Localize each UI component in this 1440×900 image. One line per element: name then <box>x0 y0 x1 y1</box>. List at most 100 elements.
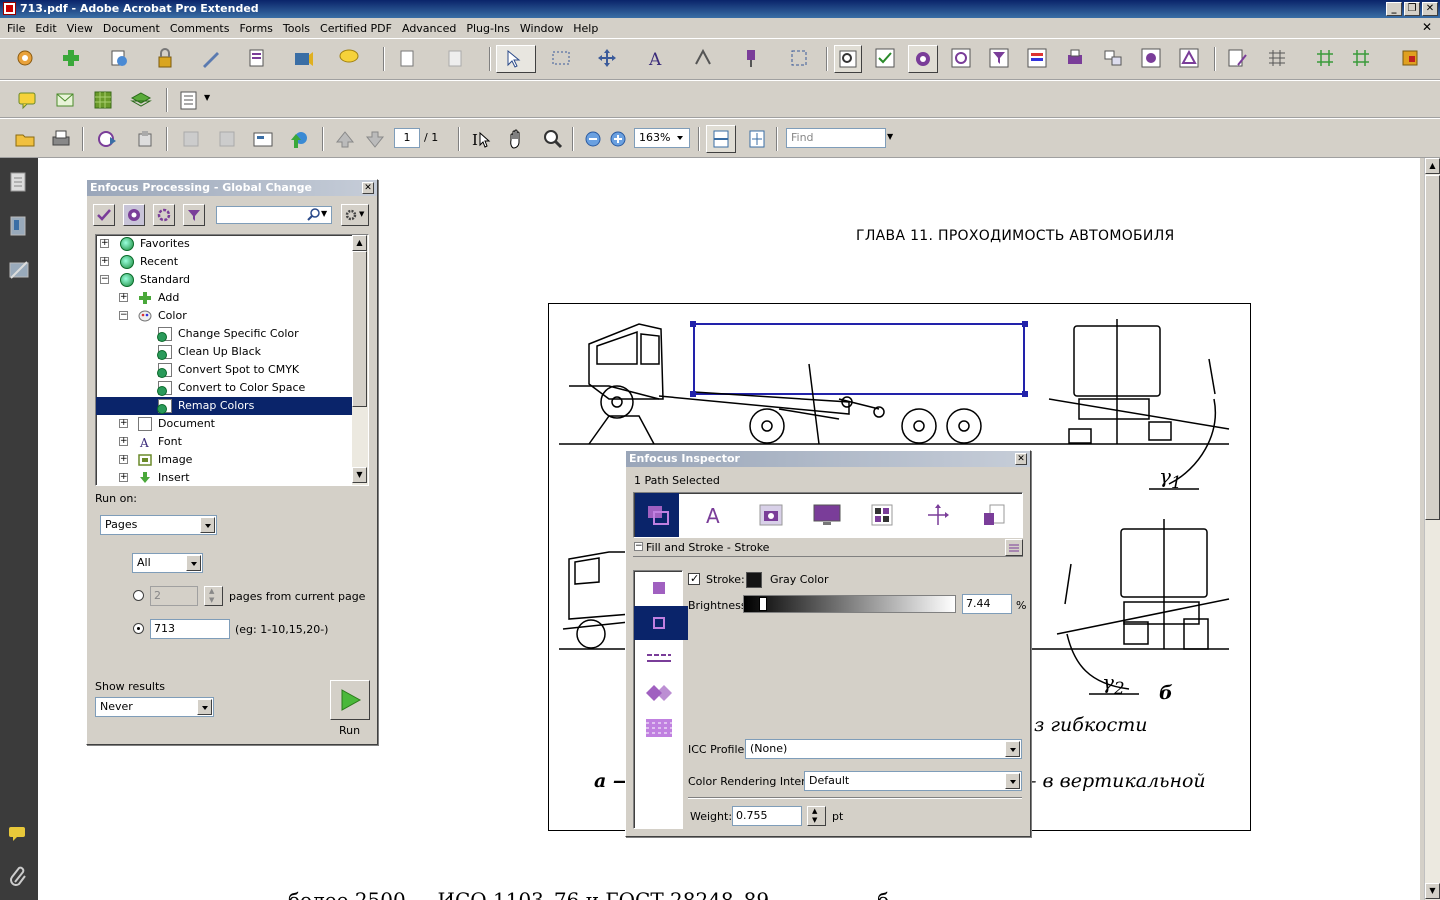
menu-certified-pdf[interactable]: Certified PDF <box>315 22 397 35</box>
pages-panel-icon[interactable] <box>7 170 31 194</box>
menu-edit[interactable]: Edit <box>30 22 61 35</box>
find-input[interactable]: Find <box>786 128 886 148</box>
text-select-cursor-icon[interactable]: I <box>470 128 492 150</box>
tab-fill-stroke[interactable] <box>635 493 679 537</box>
sign-pen-icon[interactable] <box>200 47 222 69</box>
page-options-icon[interactable] <box>178 89 200 111</box>
tree-item-recent[interactable]: + Recent <box>96 253 352 271</box>
tree-item-favorites[interactable]: + Favorites <box>96 235 352 253</box>
collapse-section-icon[interactable]: − <box>634 542 643 551</box>
weight-stepper[interactable]: ▲ ▼ <box>807 806 826 826</box>
fit-page-icon[interactable] <box>746 128 768 150</box>
inspector-close-button[interactable]: ✕ <box>1015 453 1027 465</box>
combine-files-icon[interactable] <box>60 47 82 69</box>
table-grid-icon[interactable] <box>1266 47 1288 69</box>
transparency-icon[interactable] <box>92 89 114 111</box>
secure-lock-icon[interactable] <box>154 47 176 69</box>
tab-document-info[interactable] <box>972 493 1016 537</box>
filter-button[interactable] <box>183 204 205 226</box>
side-tab-overprint[interactable] <box>634 676 688 710</box>
tree-item-document[interactable]: + Document <box>96 415 352 433</box>
tree-scroll-thumb[interactable] <box>352 251 367 407</box>
tree-item-insert[interactable]: + Insert <box>96 469 352 485</box>
select-tool-button[interactable] <box>496 45 536 73</box>
tree-item-remap-colors[interactable]: Remap Colors <box>96 397 352 415</box>
tab-monitor[interactable] <box>804 493 848 537</box>
move-tool-icon[interactable] <box>596 47 618 69</box>
collapse-color-icon[interactable]: − <box>119 311 128 320</box>
multimedia-icon[interactable] <box>292 47 314 69</box>
rendering-intent-select[interactable]: Default <box>804 771 1022 791</box>
stepper-up-icon[interactable]: ▲ <box>812 807 817 815</box>
tree-item-color[interactable]: − Color <box>96 307 352 325</box>
side-tab-stroke[interactable] <box>634 606 688 640</box>
brightness-slider-thumb[interactable] <box>759 597 767 611</box>
icc-profile-select[interactable]: (None) <box>745 739 1022 759</box>
email-send-icon[interactable] <box>96 128 118 150</box>
menu-advanced[interactable]: Advanced <box>397 22 461 35</box>
print-production-icon[interactable] <box>1064 47 1086 69</box>
tab-text[interactable]: A <box>692 493 736 537</box>
export-icon[interactable] <box>108 47 130 69</box>
attach-file-icon[interactable] <box>134 128 156 150</box>
pages-from-input[interactable]: 2 <box>150 586 198 606</box>
funnel-icon[interactable] <box>988 47 1010 69</box>
side-tab-dash[interactable] <box>634 641 688 675</box>
preflight-button[interactable] <box>834 45 862 73</box>
stepper-up-icon[interactable]: ▲ <box>209 587 214 595</box>
tab-position[interactable] <box>916 493 960 537</box>
menu-window[interactable]: Window <box>515 22 568 35</box>
attachments-paperclip-icon[interactable] <box>7 864 31 888</box>
close-document-icon[interactable]: ✕ <box>1422 20 1432 34</box>
tree-item-change-specific-color[interactable]: Change Specific Color <box>96 325 352 343</box>
create-pdf-icon[interactable] <box>14 47 36 69</box>
previous-page-icon[interactable] <box>334 128 356 150</box>
brightness-slider[interactable] <box>743 595 956 613</box>
tree-item-clean-up-black[interactable]: Clean Up Black <box>96 343 352 361</box>
action-tree[interactable]: + Favorites + Recent − Standard + Add − Color… <box>95 234 369 486</box>
layers-icon[interactable] <box>130 89 152 111</box>
gear-icon[interactable] <box>950 47 972 69</box>
expand-add-icon[interactable]: + <box>119 293 128 302</box>
tree-item-add[interactable]: + Add <box>96 289 352 307</box>
expand-favorites-icon[interactable]: + <box>100 239 109 248</box>
weight-input[interactable]: 0.755 <box>732 806 802 826</box>
path-tool-icon[interactable] <box>692 47 714 69</box>
menu-help[interactable]: Help <box>568 22 603 35</box>
measure-icon[interactable] <box>1314 47 1336 69</box>
tree-scroll-down-icon[interactable]: ▼ <box>352 467 367 483</box>
menu-file[interactable]: File <box>2 22 30 35</box>
email-icon[interactable] <box>54 89 76 111</box>
restore-button[interactable]: ❐ <box>1404 2 1420 16</box>
side-tab-transparency[interactable] <box>634 711 688 745</box>
expand-font-icon[interactable]: + <box>119 437 128 446</box>
expand-document-icon[interactable]: + <box>119 419 128 428</box>
global-change-tab-button[interactable] <box>123 204 145 226</box>
search-icon[interactable] <box>307 208 321 222</box>
zoom-in-icon[interactable] <box>607 128 629 150</box>
options-menu-button[interactable]: ▼ <box>341 204 369 226</box>
scroll-down-icon[interactable]: ▼ <box>1425 883 1440 899</box>
fit-width-button[interactable] <box>706 125 736 153</box>
extension-icon[interactable] <box>1400 47 1422 69</box>
action-lists-button[interactable] <box>153 204 175 226</box>
touchup-icon[interactable] <box>1226 47 1248 69</box>
tree-item-convert-spot-to-cmyk[interactable]: Convert Spot to CMYK <box>96 361 352 379</box>
close-button[interactable]: ✕ <box>1422 2 1438 16</box>
upload-globe-icon[interactable] <box>288 128 310 150</box>
tab-separations[interactable] <box>860 493 904 537</box>
scroll-thumb[interactable] <box>1425 175 1440 520</box>
menu-tools[interactable]: Tools <box>278 22 315 35</box>
stroke-checkbox[interactable]: ✓ <box>688 572 700 585</box>
menu-plug-ins[interactable]: Plug-Ins <box>461 22 515 35</box>
preflight-check-button[interactable] <box>93 204 115 226</box>
comments-panel-icon[interactable] <box>7 822 31 846</box>
expand-insert-icon[interactable]: + <box>119 473 128 482</box>
show-results-select[interactable]: Never <box>95 697 214 717</box>
next-page-icon[interactable] <box>364 128 386 150</box>
check-icon[interactable] <box>874 47 896 69</box>
side-tab-fill[interactable] <box>634 571 688 605</box>
menu-document[interactable]: Document <box>98 22 165 35</box>
menu-forms[interactable]: Forms <box>234 22 277 35</box>
zoom-level-select[interactable]: 163% <box>634 128 690 148</box>
